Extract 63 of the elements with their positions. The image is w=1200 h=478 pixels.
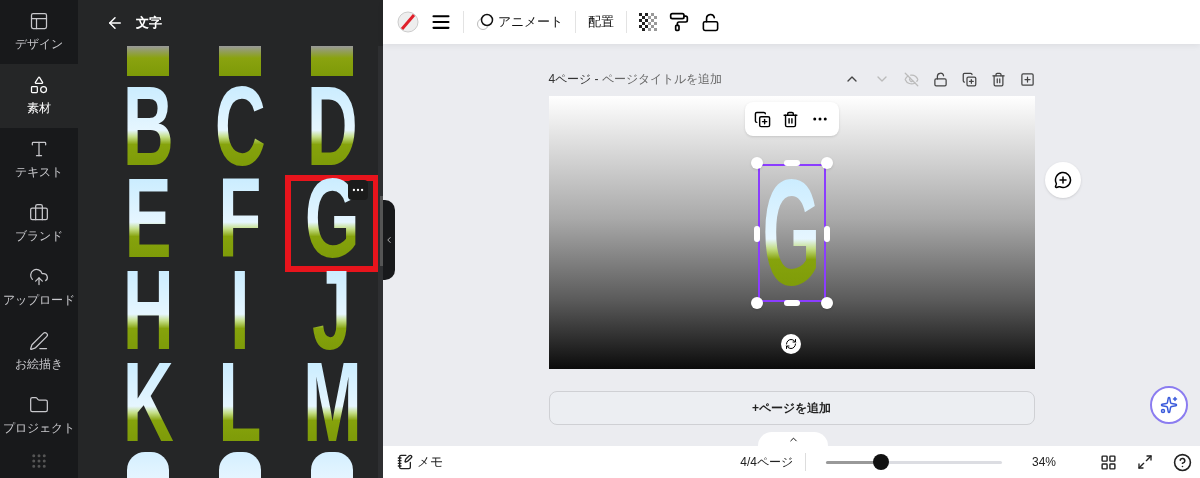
sidebar-item[interactable]: テキスト <box>0 128 78 192</box>
comment-button[interactable] <box>1045 162 1081 198</box>
resize-handle[interactable] <box>753 226 760 242</box>
fullscreen-icon[interactable] <box>1137 454 1153 470</box>
resize-handle[interactable] <box>823 226 830 242</box>
page-count[interactable]: 4/4ページ <box>740 453 793 471</box>
magic-button[interactable] <box>1150 386 1188 424</box>
sidebar-item[interactable]: アップロード <box>0 256 78 320</box>
animate-button[interactable]: アニメート <box>476 12 563 32</box>
sticker-tile[interactable] <box>219 46 261 76</box>
sidebar-item[interactable]: 素材 <box>0 64 78 128</box>
resize-handle[interactable] <box>783 160 800 166</box>
pen-icon <box>29 331 49 351</box>
sidebar-item[interactable]: プロジェクト <box>0 384 78 448</box>
trash-icon[interactable] <box>782 110 800 128</box>
notes-button[interactable]: メモ <box>397 452 443 472</box>
help-icon[interactable] <box>1173 452 1192 472</box>
transparency-icon[interactable] <box>639 13 657 31</box>
sparkle-icon <box>1160 396 1178 414</box>
sidebar-item[interactable]: お絵描き <box>0 320 78 384</box>
resize-handle[interactable] <box>820 297 833 309</box>
notes-icon <box>397 454 413 470</box>
sticker-tile[interactable] <box>311 452 353 478</box>
sidebar-item[interactable]: デザイン <box>0 0 78 64</box>
rotate-button[interactable] <box>780 334 801 354</box>
sidebar-item[interactable]: ブランド <box>0 192 78 256</box>
animate-icon <box>476 13 494 31</box>
sticker-tile[interactable] <box>311 46 353 76</box>
comment-icon <box>1054 171 1072 189</box>
resize-handle[interactable] <box>820 157 833 169</box>
resize-handle[interactable] <box>750 297 763 309</box>
grid-view-icon[interactable] <box>1100 453 1117 471</box>
panel-title: 文字 <box>136 14 162 33</box>
rotate-icon <box>784 338 797 350</box>
zoom-reading: 34% <box>1032 454 1058 471</box>
position-button[interactable]: 配置 <box>588 12 614 32</box>
text-icon <box>29 139 49 159</box>
trash-icon[interactable] <box>990 71 1006 87</box>
resize-handle[interactable] <box>783 300 800 306</box>
layout-icon <box>29 11 49 31</box>
resize-handle[interactable] <box>750 157 763 169</box>
collapse-handle[interactable] <box>383 200 395 280</box>
shapes-icon <box>29 75 49 95</box>
page-label[interactable]: 4ページ - ページタイトルを追加 <box>548 70 722 88</box>
add-page-button[interactable]: +ページを追加 <box>548 391 1035 425</box>
border-style-icon[interactable] <box>431 12 451 32</box>
folder-icon <box>29 395 49 415</box>
sticker-tile[interactable] <box>127 452 169 478</box>
duplicate-icon[interactable] <box>961 71 977 87</box>
cloud-upload-icon <box>29 267 49 287</box>
zoom-slider-thumb[interactable] <box>872 454 889 470</box>
duplicate-icon[interactable] <box>754 110 772 128</box>
sticker-tile[interactable] <box>219 452 261 478</box>
letter-sticker[interactable]: C <box>214 84 266 168</box>
chevron-left-icon <box>384 235 394 245</box>
add-page-icon[interactable] <box>1019 71 1035 87</box>
unlock-icon[interactable] <box>701 12 720 32</box>
paint-roller-icon[interactable] <box>669 12 689 32</box>
no-color-icon[interactable] <box>397 11 419 33</box>
sticker-tile[interactable] <box>127 46 169 76</box>
scrollbar[interactable] <box>378 46 383 478</box>
unlock-icon[interactable] <box>932 71 948 87</box>
briefcase-icon <box>29 203 49 223</box>
